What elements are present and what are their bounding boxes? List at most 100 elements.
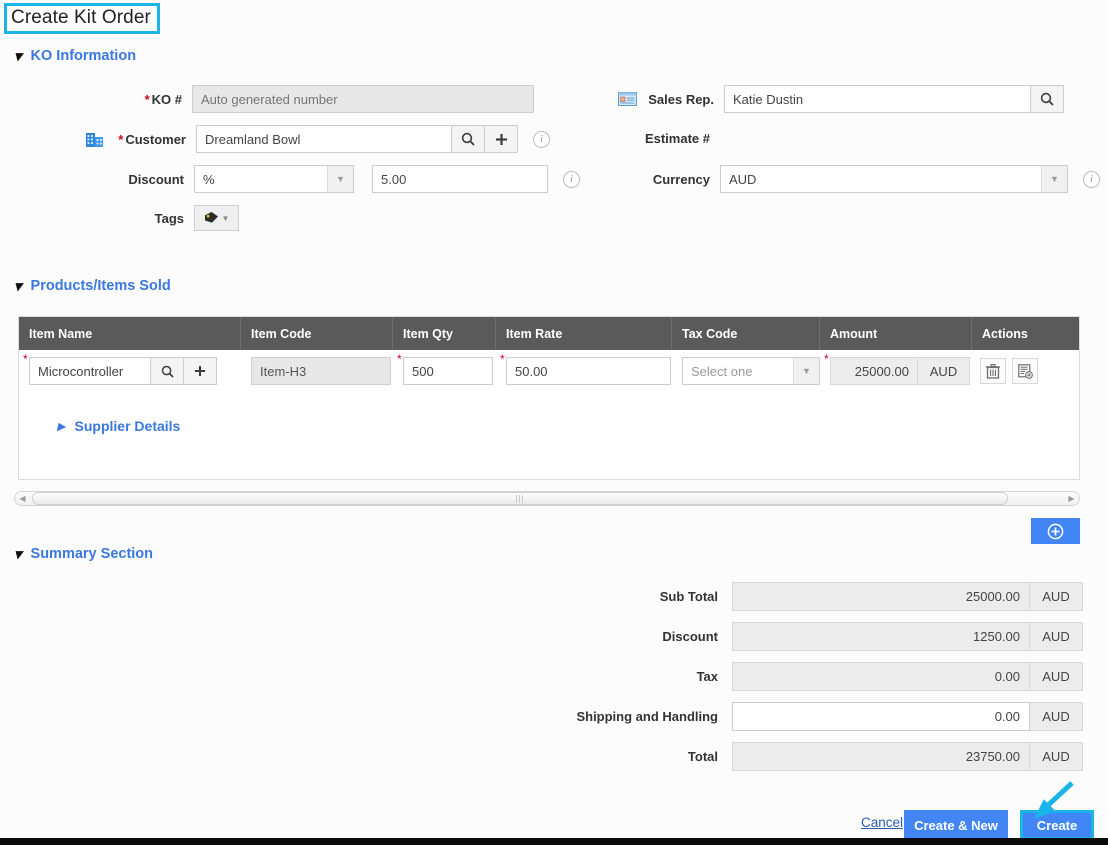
discount-info-icon[interactable]: i [563,170,580,188]
supplier-details-toggle[interactable]: Supplier Details [57,417,181,435]
column-header-item-qty: Item Qty [393,317,496,350]
chevron-down-icon: ▼ [221,213,230,223]
summary-currency-tax: AUD [1030,662,1083,691]
chevron-down-icon: ▼ [793,358,819,384]
section-header-summary[interactable]: Summary Section [14,546,154,562]
item-rate-input[interactable] [506,357,671,385]
summary-value-shipping-and-handling[interactable]: 0.00 [732,702,1030,731]
field-row-currency: Currency AUD ▼ i [644,165,1100,193]
summary-label-shipping-and-handling: Shipping and Handling [576,709,718,724]
cell-item-qty: * [393,350,496,392]
search-icon [161,365,174,378]
summary-row-tax: Tax 0.00 AUD [548,662,1083,691]
customer-info-icon[interactable]: i [533,130,550,148]
sales-rep-input[interactable] [724,85,1031,113]
page-title-container: Create Kit Order [4,3,160,34]
office-building-icon [86,131,106,147]
ko-number-input[interactable] [192,85,534,113]
circle-plus-icon [1047,523,1064,539]
item-name-add-button[interactable] [184,357,217,385]
label-estimate-number: Estimate # [644,131,710,146]
summary-row-sub-total: Sub Total 25000.00 AUD [548,582,1083,611]
cell-tax-code: Select one ▼ [672,350,820,392]
chevron-down-icon [14,279,22,294]
discount-amount-input[interactable] [372,165,548,193]
summary-currency-discount: AUD [1030,622,1083,651]
column-header-item-code: Item Code [241,317,393,350]
column-header-item-name: Item Name [19,317,241,350]
summary-label-sub-total: Sub Total [659,589,718,604]
item-name-search-button[interactable] [151,357,184,385]
amount-box: 25000.00 AUD [830,357,970,385]
field-row-ko-number: * KO # [110,85,534,113]
required-marker: * [118,131,124,147]
cell-amount: * 25000.00 AUD [820,350,972,392]
field-row-estimate-number: Estimate # [644,131,710,146]
summary-value-total: 23750.00 [732,742,1030,771]
summary-row-discount: Discount 1250.00 AUD [548,622,1083,651]
scroll-right-button[interactable]: ▶ [1064,492,1079,505]
section-header-products[interactable]: Products/Items Sold [14,278,171,294]
search-icon [461,132,475,146]
cancel-button[interactable]: Cancel [861,815,903,830]
discount-type-select[interactable]: % ▼ [194,165,354,193]
scroll-left-button[interactable]: ◀ [15,492,30,505]
amount-currency: AUD [918,357,970,385]
section-header-ko-information[interactable]: KO Information [14,48,137,64]
tax-code-value: Select one [691,363,753,379]
currency-value: AUD [729,171,757,187]
currency-select[interactable]: AUD ▼ [720,165,1068,193]
products-table: Item Name Item Code Item Qty Item Rate T… [18,316,1080,480]
copy-row-icon [1017,363,1033,379]
cell-item-name: * [19,350,241,392]
chevron-right-icon [57,417,65,435]
search-icon [1040,92,1054,106]
create-and-new-button[interactable]: Create & New [904,810,1008,840]
item-code-input[interactable] [251,357,391,385]
item-qty-input[interactable] [403,357,493,385]
customer-add-button[interactable] [485,125,518,153]
chevron-down-icon [14,547,22,562]
supplier-details-label: Supplier Details [74,418,181,434]
tax-code-select[interactable]: Select one ▼ [682,357,820,385]
cell-actions [972,350,1079,392]
tag-icon [204,212,218,223]
summary-value-discount: 1250.00 [732,622,1030,651]
page-title: Create Kit Order [4,3,160,34]
column-header-tax-code: Tax Code [672,317,820,350]
section-title-ko-information: KO Information [30,48,137,64]
delete-row-button[interactable] [980,358,1006,384]
summary-currency-sub-total: AUD [1030,582,1083,611]
field-row-customer: *Customer i [86,125,550,153]
column-header-amount: Amount [820,317,972,350]
scrollbar-thumb[interactable]: ||| [32,492,1008,505]
label-tags: Tags [154,210,184,226]
duplicate-row-button[interactable] [1012,358,1038,384]
table-row: * * * Select one ▼ [19,350,1079,392]
required-marker: * [824,352,829,366]
cell-item-code [241,350,393,392]
currency-info-icon[interactable]: i [1083,170,1100,188]
chevron-down-icon: ▼ [327,166,353,192]
summary-currency-shipping-and-handling: AUD [1030,702,1083,731]
label-sales-rep: Sales Rep. [648,91,714,107]
add-row-button[interactable] [1031,518,1080,544]
required-marker: * [144,91,150,107]
create-button[interactable]: Create [1020,810,1094,840]
tags-button[interactable]: ▼ [194,205,239,231]
bottom-bar [0,838,1108,845]
summary-value-tax: 0.00 [732,662,1030,691]
customer-search-button[interactable] [452,125,485,153]
scrollbar-track[interactable]: ||| [30,492,1064,505]
plus-icon [495,133,507,145]
sales-rep-search-button[interactable] [1031,85,1064,113]
field-row-tags: Tags ▼ [142,205,239,231]
customer-input[interactable] [196,125,452,153]
item-name-input[interactable] [29,357,151,385]
chevron-down-icon [14,49,22,64]
field-row-discount: Discount % ▼ i [124,165,580,193]
label-customer: * Customer [118,131,186,147]
cell-item-rate: * [496,350,672,392]
products-table-horizontal-scrollbar[interactable]: ◀ ||| ▶ [14,491,1080,506]
section-title-products: Products/Items Sold [30,278,171,294]
